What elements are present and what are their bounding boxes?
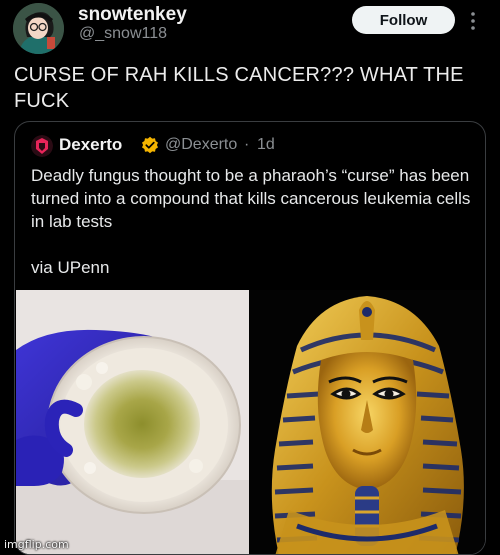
follow-button[interactable]: Follow xyxy=(352,6,455,34)
quote-author-handle[interactable]: @Dexerto xyxy=(165,136,237,154)
petri-dish-image[interactable] xyxy=(16,290,249,554)
more-options-icon[interactable] xyxy=(466,9,480,33)
author-name[interactable]: snowtenkey xyxy=(78,4,187,26)
verified-badge-icon xyxy=(141,136,159,154)
post-text: CURSE OF RAH KILLS CANCER??? WHAT THE FU… xyxy=(14,64,464,112)
watermark: imgflip.com xyxy=(4,538,69,551)
quote-author-name[interactable]: Dexerto xyxy=(59,135,122,155)
quoted-post[interactable]: Dexerto @Dexerto · 1d Deadly fungus thou… xyxy=(14,121,486,555)
quote-via: via UPenn xyxy=(31,258,110,277)
quote-text: Deadly fungus thought to be a pharaoh’s … xyxy=(31,166,471,231)
post-header: snowtenkey @_snow118 Follow xyxy=(0,0,500,56)
quote-avatar[interactable] xyxy=(31,135,53,157)
author-handle[interactable]: @_snow118 xyxy=(79,25,167,43)
user-avatar[interactable] xyxy=(13,3,64,54)
separator-dot: · xyxy=(244,136,250,153)
quote-timestamp[interactable]: 1d xyxy=(257,136,275,154)
pharaoh-mask-image[interactable] xyxy=(249,290,485,554)
